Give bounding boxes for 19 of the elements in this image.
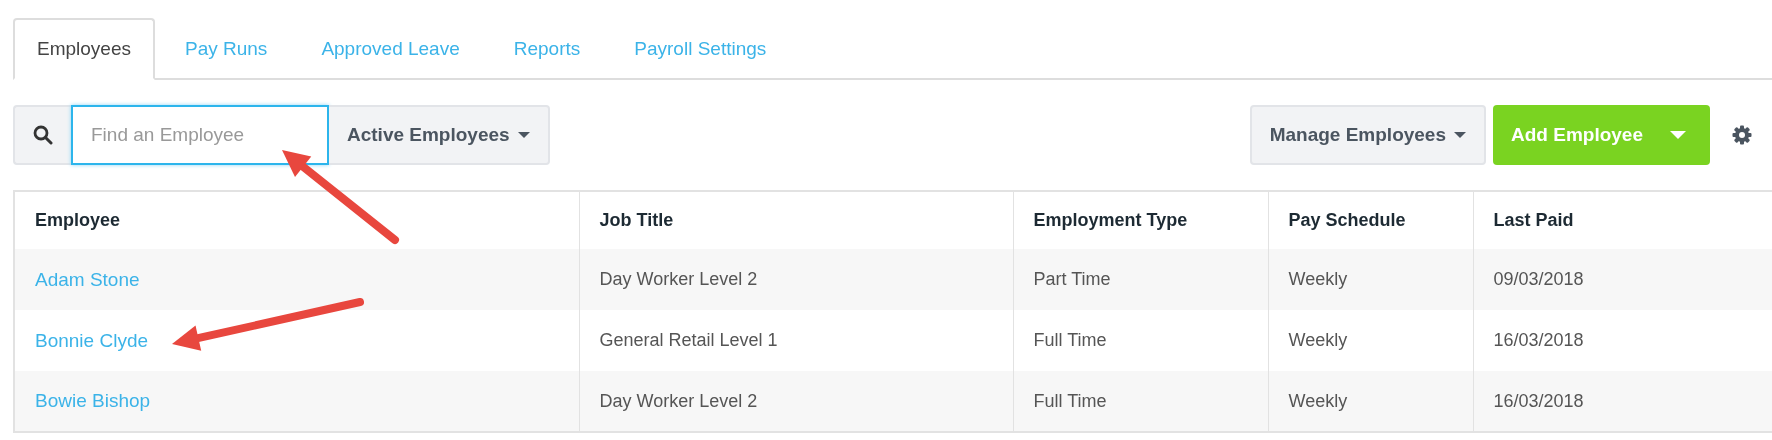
employee-link[interactable]: Bowie Bishop [35,390,151,411]
table-cell: Day Worker Level 2 [579,371,1013,432]
filter-dropdown[interactable]: Active Employees [329,105,550,165]
manage-employees-dropdown[interactable]: Manage Employees [1249,105,1486,165]
search-icon [33,125,53,145]
tab[interactable]: Payroll Settings [610,18,791,80]
table-cell: 16/03/2018 [1473,371,1772,432]
settings-icon[interactable] [1732,125,1752,145]
add-employee-button[interactable]: Add Employee [1493,105,1710,165]
tab[interactable]: Pay Runs [161,18,292,80]
table-cell: Full Time [1013,371,1268,432]
tab[interactable]: Reports [489,18,605,80]
table-cell: Weekly [1268,371,1473,432]
search-field[interactable]: Find an Employee [71,105,329,165]
employee-link[interactable]: Bonnie Clyde [35,329,149,351]
search-button[interactable] [13,105,71,165]
tab[interactable]: Approved Leave [297,18,484,80]
employee-link[interactable]: Adam Stone [35,268,140,290]
tab[interactable]: Employees [13,18,155,80]
